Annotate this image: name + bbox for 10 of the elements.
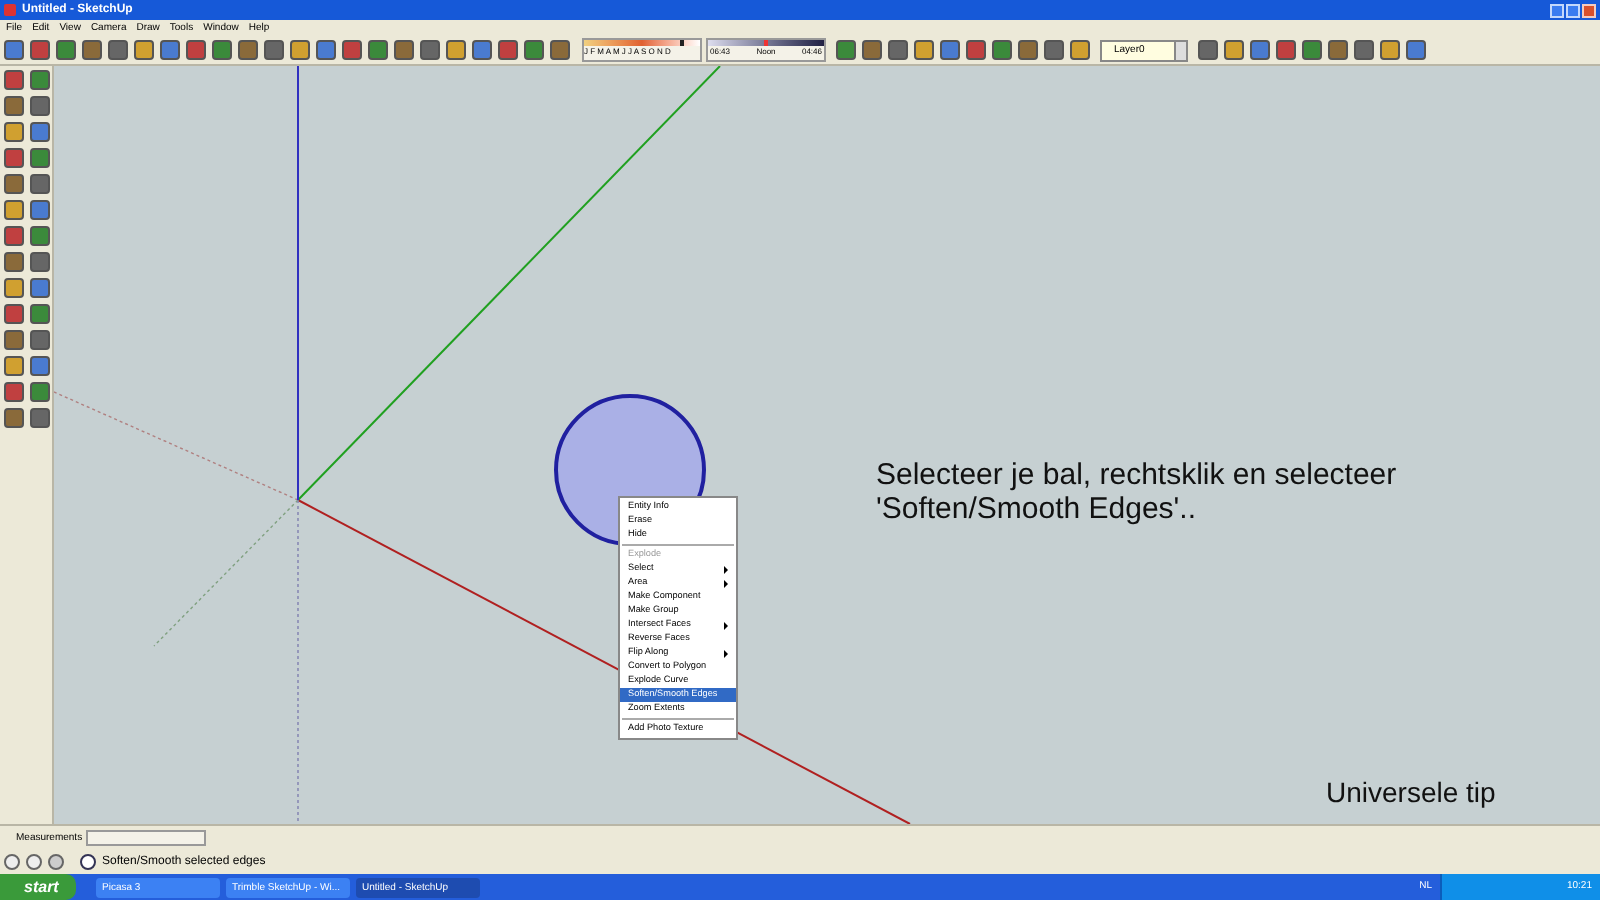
restore-button[interactable] (1566, 3, 1580, 17)
tip-label: Universele tip (1326, 774, 1496, 812)
app-icon (4, 4, 16, 16)
start-button[interactable]: start (0, 874, 76, 900)
minimize-button[interactable] (1550, 3, 1564, 17)
caption-text: 'Soften/Smooth Edges'.. (876, 492, 1198, 526)
caption-text: Selecteer je bal, rechtsklik en selecteer (876, 458, 1397, 492)
close-button[interactable] (1582, 3, 1596, 17)
slider-thumb[interactable] (679, 40, 684, 46)
measurements-field[interactable] (86, 830, 207, 846)
